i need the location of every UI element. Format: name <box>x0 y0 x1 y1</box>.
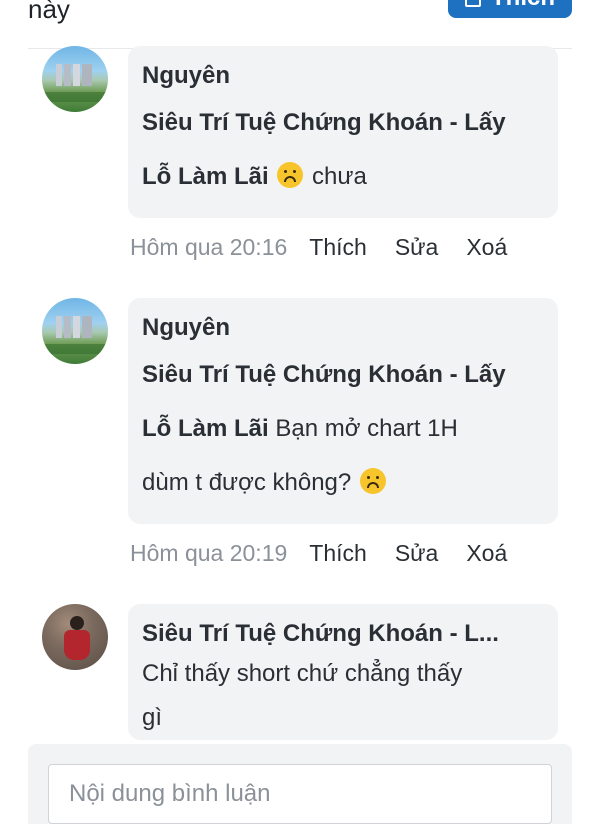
comment-time: Hôm qua 20:16 <box>130 234 288 260</box>
like-action[interactable]: Thích <box>309 540 367 567</box>
like-button-top[interactable]: Thích <box>448 0 572 18</box>
like-button-label: Thích <box>491 0 555 12</box>
comment-text: dùm t được không? <box>142 469 352 496</box>
mention-link[interactable]: Siêu Trí Tuệ Chứng Khoán - Lấy <box>142 361 506 388</box>
comment-author[interactable]: Siêu Trí Tuệ Chứng Khoán - L... <box>142 618 542 650</box>
avatar[interactable] <box>42 604 108 670</box>
comment-input[interactable] <box>48 764 552 824</box>
comment-bubble: Siêu Trí Tuệ Chứng Khoán - L... Chỉ thấy… <box>128 604 558 740</box>
edit-action[interactable]: Sửa <box>395 234 439 261</box>
like-action[interactable]: Thích <box>309 234 367 261</box>
comment-bubble: Nguyên Siêu Trí Tuệ Chứng Khoán - Lấy Lỗ… <box>128 46 558 218</box>
comment-meta: Hôm qua 20:16 Thích Sửa Xoá <box>130 234 535 261</box>
avatar[interactable] <box>42 298 108 364</box>
comment-author[interactable]: Nguyên <box>142 312 544 344</box>
comment-text: Chỉ thấy short chứ chẳng thấy <box>142 660 463 687</box>
comment-text: chưa <box>312 163 367 190</box>
mention-link[interactable]: Siêu Trí Tuệ Chứng Khoán - Lấy <box>142 109 506 136</box>
upside-down-face-emoji-icon <box>359 468 386 494</box>
mention-link[interactable]: Lỗ Làm Lãi <box>142 163 269 190</box>
delete-action[interactable]: Xoá <box>466 234 507 261</box>
comment-text: gì <box>142 704 163 731</box>
mention-link[interactable]: Lỗ Làm Lãi <box>142 415 269 442</box>
delete-action[interactable]: Xoá <box>466 540 507 567</box>
comment-meta: Hôm qua 20:19 Thích Sửa Xoá <box>130 540 535 567</box>
edit-action[interactable]: Sửa <box>395 540 439 567</box>
avatar[interactable] <box>42 46 108 112</box>
like-icon <box>465 0 481 7</box>
comment-bubble: Nguyên Siêu Trí Tuệ Chứng Khoán - Lấy Lỗ… <box>128 298 558 524</box>
upside-down-face-emoji-icon <box>277 162 304 188</box>
previous-comment-text: này <box>28 0 70 24</box>
comment-text: Bạn mở chart 1H <box>275 415 458 442</box>
comment-author[interactable]: Nguyên <box>142 60 544 92</box>
comment-time: Hôm qua 20:19 <box>130 540 288 566</box>
